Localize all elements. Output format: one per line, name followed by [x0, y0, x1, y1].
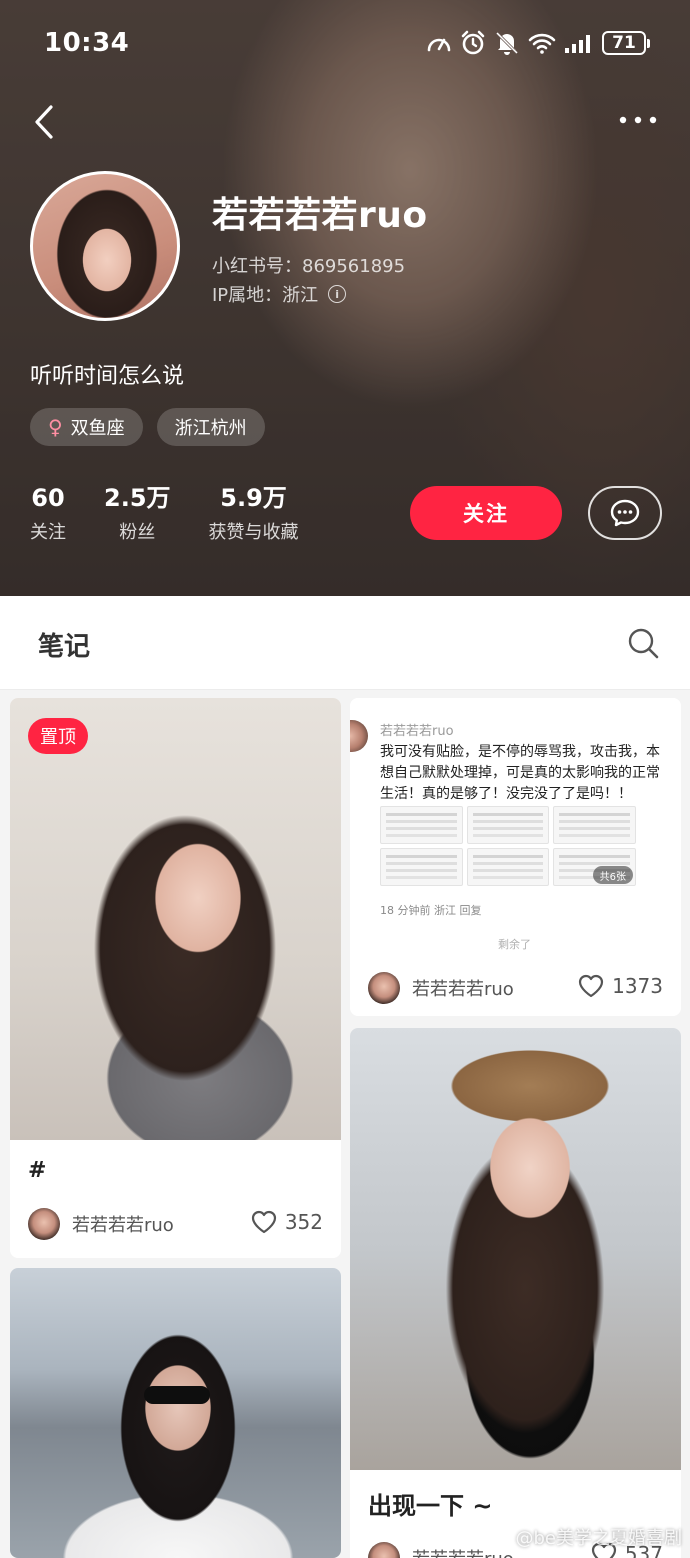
- stat-followers-label: 粉丝: [119, 522, 156, 543]
- watermark: @be美学之夏婚喜剧: [487, 1524, 683, 1550]
- signal-icon: [565, 35, 590, 53]
- more-dots-icon: [619, 116, 657, 124]
- screenshot-thumb: [380, 848, 463, 886]
- tag-location-label: 浙江杭州: [174, 418, 247, 439]
- author-avatar: [368, 972, 400, 1004]
- stat-following-num: 60: [31, 484, 65, 512]
- profile-id-text: 小红书号：869561895: [212, 256, 406, 277]
- stat-likes-collects[interactable]: 5.9万 获赞与收藏: [209, 482, 299, 544]
- status-bar: 10:34 71: [0, 0, 690, 88]
- wifi-icon: [528, 33, 556, 54]
- search-icon[interactable]: [626, 626, 660, 660]
- info-icon[interactable]: i: [328, 285, 347, 303]
- screenshot-footer: 18 分钟前 浙江 回复: [380, 904, 482, 917]
- author-avatar: [28, 1208, 60, 1240]
- like-count: 1373: [612, 974, 663, 998]
- author-avatar: [368, 1542, 400, 1558]
- notes-tab-bar: 笔记: [0, 596, 690, 690]
- watermark-text: @be美学之夏婚喜剧: [515, 1528, 683, 1549]
- follow-button[interactable]: 关注: [410, 486, 562, 540]
- profile-ip-location: IP属地：浙江 i: [212, 281, 347, 307]
- speed-icon: [427, 38, 451, 52]
- weibo-icon: [487, 1528, 510, 1546]
- profile-avatar[interactable]: [30, 171, 180, 321]
- note-author[interactable]: 若若若若ruo: [28, 1208, 174, 1240]
- stat-followers-num: 2.5万: [104, 484, 171, 512]
- alarm-icon: [461, 30, 485, 55]
- note-likes[interactable]: 1373: [578, 974, 663, 998]
- status-icons: 71: [426, 30, 650, 56]
- status-time: 10:34: [44, 28, 130, 58]
- profile-id: 小红书号：869561895: [212, 252, 405, 278]
- mute-bell-icon: [495, 31, 519, 55]
- note-card[interactable]: 若若若若ruo 我可没有贴脸，是不停的辱骂我，攻击我，本想自己默默处理掉，可是真…: [350, 698, 681, 1016]
- chat-bubble-icon: [610, 499, 640, 527]
- note-title: #: [28, 1158, 47, 1183]
- stat-following[interactable]: 60 关注: [30, 482, 66, 544]
- like-count: 352: [284, 1210, 323, 1234]
- more-button[interactable]: [616, 102, 660, 138]
- note-cover-image: [350, 1028, 681, 1470]
- note-author[interactable]: 若若若若ruo: [368, 972, 514, 1004]
- back-button[interactable]: [26, 100, 62, 144]
- screenshot-more: 剩余了: [498, 938, 531, 951]
- tag-zodiac: ♀ 双鱼座: [30, 408, 143, 446]
- heart-icon: [251, 1210, 276, 1234]
- profile-ip-text: IP属地：浙江: [212, 285, 319, 306]
- tab-notes[interactable]: 笔记: [38, 626, 90, 663]
- note-title: 出现一下 ~: [368, 1492, 493, 1520]
- stat-likes-label: 获赞与收藏: [208, 522, 299, 543]
- tag-zodiac-label: 双鱼座: [70, 418, 125, 439]
- screenshot-author: 若若若若ruo: [380, 724, 454, 739]
- author-name: 若若若若ruo: [72, 1215, 174, 1236]
- stat-likes-num: 5.9万: [220, 484, 287, 512]
- note-likes[interactable]: 352: [251, 1210, 323, 1234]
- tag-location: 浙江杭州: [156, 408, 265, 446]
- profile-header: 10:34 71 若若若若ruo 小红书号：869561895 IP属地：浙江 …: [0, 0, 690, 596]
- screenshot-thumb: [466, 806, 550, 844]
- screenshot-image-count: 共6张: [592, 866, 633, 884]
- heart-icon: [578, 974, 604, 998]
- note-cover-image: [10, 1268, 341, 1558]
- chevron-left-icon: [35, 105, 53, 139]
- screenshot-text: 我可没有贴脸，是不停的辱骂我，攻击我，本想自己默默处理掉，可是真的太影响我的正常…: [380, 744, 660, 802]
- screenshot-thumb: [466, 848, 550, 886]
- note-card[interactable]: [10, 1268, 341, 1558]
- stat-following-label: 关注: [30, 522, 66, 543]
- profile-bio: 听听时间怎么说: [30, 364, 185, 389]
- note-cover-screenshot: 若若若若ruo 我可没有贴脸，是不停的辱骂我，攻击我，本想自己默默处理掉，可是真…: [350, 698, 681, 951]
- note-card[interactable]: 置顶 # 若若若若ruo 352: [10, 698, 341, 1258]
- screenshot-avatar: [350, 720, 368, 752]
- profile-username: 若若若若ruo: [212, 195, 428, 236]
- cover-detail: [144, 1386, 210, 1404]
- screenshot-thumb: [380, 806, 463, 844]
- pinned-badge: 置顶: [28, 718, 88, 754]
- note-card[interactable]: 出现一下 ~ 若若若若ruo 537: [350, 1028, 681, 1558]
- note-cover-image: [10, 698, 341, 1140]
- profile-tags: ♀ 双鱼座 浙江杭州: [30, 408, 265, 446]
- screenshot-thumb: [553, 806, 636, 844]
- message-button[interactable]: [588, 486, 662, 540]
- author-name: 若若若若ruo: [412, 979, 514, 1000]
- battery-indicator: 71: [602, 31, 650, 55]
- notes-feed: 置顶 # 若若若若ruo 352 若若若若ruo 我可没有贴脸，是不停的辱骂我，…: [0, 690, 690, 1558]
- profile-stats: 60 关注 2.5万 粉丝 5.9万 获赞与收藏: [30, 482, 299, 544]
- female-icon: ♀: [48, 415, 63, 439]
- stat-followers[interactable]: 2.5万 粉丝: [104, 482, 171, 544]
